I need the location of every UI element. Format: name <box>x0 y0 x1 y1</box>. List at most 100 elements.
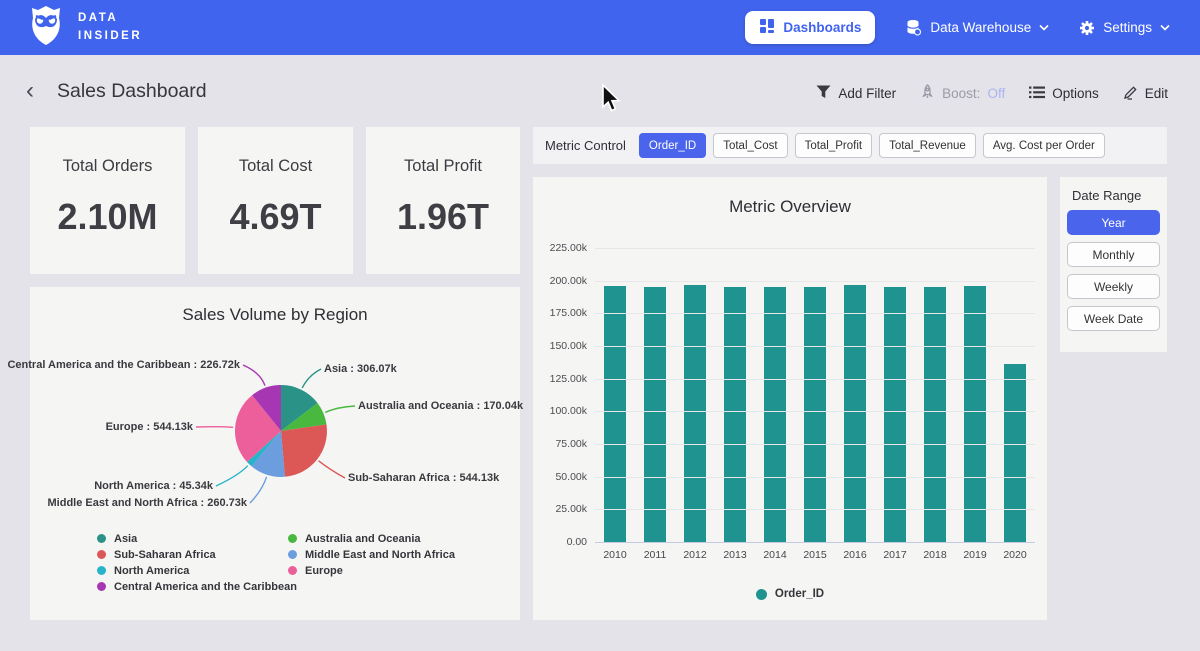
legend-item-europe[interactable]: Europe <box>288 565 455 576</box>
x-axis-tick: 2010 <box>595 549 635 561</box>
legend-label: Central America and the Caribbean <box>114 581 297 593</box>
legend-dot <box>288 566 297 575</box>
page-title: Sales Dashboard <box>57 80 207 103</box>
metric-chip-order-id[interactable]: Order_ID <box>639 133 706 158</box>
y-axis-tick: 0.00 <box>525 536 587 548</box>
bar-2019[interactable] <box>964 286 986 542</box>
legend-item-central-america-and-the-caribbean[interactable]: Central America and the Caribbean <box>97 581 297 592</box>
x-axis-labels: 2010201120122013201420152016201720182019… <box>595 549 1035 561</box>
pie-leader-line <box>216 466 248 486</box>
y-axis-tick: 225.00k <box>525 242 587 254</box>
kpi-label: Total Orders <box>63 157 153 176</box>
x-axis-tick: 2017 <box>875 549 915 561</box>
pie-label-central-america-and-the-caribbean: Central America and the Caribbean : 226.… <box>7 359 240 371</box>
metric-chip-group: Order_ID Total_Cost Total_ProfitTotal_Reve… <box>639 133 1105 158</box>
x-axis-tick: 2019 <box>955 549 995 561</box>
top-navbar: DATA INSIDER Dashboards <box>0 0 1200 55</box>
pie-leader-line <box>243 365 265 386</box>
kpi-value: 2.10M <box>57 196 157 238</box>
kpi-value: 4.69T <box>229 196 321 238</box>
legend-label: North America <box>114 565 189 577</box>
pie-leader-line <box>196 427 233 428</box>
bar-2011[interactable] <box>644 287 666 542</box>
legend-label: Sub-Saharan Africa <box>114 549 216 561</box>
nav-dashboards-label: Dashboards <box>783 20 861 35</box>
pie-chart-card: Sales Volume by Region Asia : 306.07kAus… <box>30 287 520 620</box>
bar-slot <box>595 248 635 542</box>
bar-2010[interactable] <box>604 286 626 542</box>
pie-label-sub-saharan-africa: Sub-Saharan Africa : 544.13k <box>348 472 499 484</box>
kpi-card-total-profit: Total Profit 1.96T <box>366 127 520 274</box>
bar-2013[interactable] <box>724 287 746 542</box>
kpi-label: Total Profit <box>404 157 482 176</box>
database-icon <box>905 19 922 36</box>
nav-settings[interactable]: Settings <box>1079 20 1170 36</box>
gear-icon <box>1079 20 1095 36</box>
nav-data-warehouse-label: Data Warehouse <box>930 20 1031 35</box>
legend-item-australia-and-oceania[interactable]: Australia and Oceania <box>288 533 455 544</box>
legend-dot <box>756 589 767 600</box>
pie-slice-sub-saharan-africa[interactable] <box>281 424 327 476</box>
bar-2020[interactable] <box>1004 364 1026 542</box>
brand[interactable]: DATA INSIDER <box>26 4 142 51</box>
y-axis-tick: 25.00k <box>525 503 587 515</box>
bar-2016[interactable] <box>844 285 866 542</box>
bar-2017[interactable] <box>884 287 906 542</box>
boost-value: Off <box>987 86 1005 101</box>
legend-dot <box>97 566 106 575</box>
pie-leader-line <box>319 461 345 478</box>
options-button[interactable]: Options <box>1029 86 1099 102</box>
bar-2012[interactable] <box>684 285 706 542</box>
metric-control-bar: Metric Control Order_IDTotal_CostTotal_P… <box>533 127 1167 164</box>
edit-label: Edit <box>1145 86 1168 101</box>
legend-label: Middle East and North Africa <box>305 549 455 561</box>
gridline <box>595 411 1035 412</box>
date-range-monthly[interactable]: Monthly <box>1067 242 1160 267</box>
date-range-week-date[interactable]: Week Date <box>1067 306 1160 331</box>
y-axis-tick: 150.00k <box>525 340 587 352</box>
bar-2014[interactable] <box>764 287 786 542</box>
metric-chip-total-profit[interactable]: Total_Profit <box>795 133 873 158</box>
bar-slot <box>755 248 795 542</box>
date-range-year[interactable]: Year <box>1067 210 1160 235</box>
y-axis-tick: 175.00k <box>525 307 587 319</box>
kpi-label: Total Cost <box>239 157 312 176</box>
bar-slot <box>835 248 875 542</box>
bar-2015[interactable] <box>804 287 826 542</box>
metric-chip-total-revenue[interactable]: Total_Revenue <box>879 133 976 158</box>
kpi-card-total-orders: Total Orders 2.10M <box>30 127 185 274</box>
add-filter-button[interactable]: Add Filter <box>816 85 896 102</box>
nav-dashboards-button[interactable]: Dashboards <box>745 11 875 44</box>
y-axis-tick: 75.00k <box>525 438 587 450</box>
bar-slot <box>675 248 715 542</box>
brand-line-1: DATA <box>78 10 142 28</box>
edit-button[interactable]: Edit <box>1123 85 1168 103</box>
navbar-menu: Dashboards Data Warehouse <box>745 11 1170 44</box>
gridline <box>595 346 1035 347</box>
legend-item-north-america[interactable]: North America <box>97 565 297 576</box>
y-axis-tick: 50.00k <box>525 471 587 483</box>
boost-toggle[interactable]: Boost: Off <box>920 84 1005 103</box>
x-axis-tick: 2016 <box>835 549 875 561</box>
bar-chart-card: Metric Overview 201020112012201320142015… <box>533 177 1047 620</box>
bar-2018[interactable] <box>924 287 946 542</box>
chevron-down-icon <box>1039 24 1049 31</box>
date-range-weekly[interactable]: Weekly <box>1067 274 1160 299</box>
legend-item-sub-saharan-africa[interactable]: Sub-Saharan Africa <box>97 549 297 560</box>
pie-label-europe: Europe : 544.13k <box>106 421 193 433</box>
boost-label: Boost: <box>942 86 980 101</box>
legend-dot <box>288 534 297 543</box>
bar-slot <box>715 248 755 542</box>
date-range-card: Date Range Year Monthly Weekly Week Date <box>1060 177 1167 352</box>
metric-chip-total-cost[interactable]: Total_Cost <box>713 133 787 158</box>
metric-chip-avg-cost-per-order[interactable]: Avg. Cost per Order <box>983 133 1105 158</box>
back-button[interactable]: ‹ <box>26 80 48 104</box>
legend-dot <box>97 582 106 591</box>
gridline <box>595 444 1035 445</box>
pie-legend-column-1: Asia Sub-Saharan Africa North America Centr… <box>97 533 297 592</box>
brand-text: DATA INSIDER <box>78 10 142 46</box>
legend-item-middle-east-and-north-africa[interactable]: Middle East and North Africa <box>288 549 455 560</box>
date-range-label: Date Range <box>1072 188 1160 203</box>
legend-item-asia[interactable]: Asia <box>97 533 297 544</box>
nav-data-warehouse[interactable]: Data Warehouse <box>905 19 1049 36</box>
